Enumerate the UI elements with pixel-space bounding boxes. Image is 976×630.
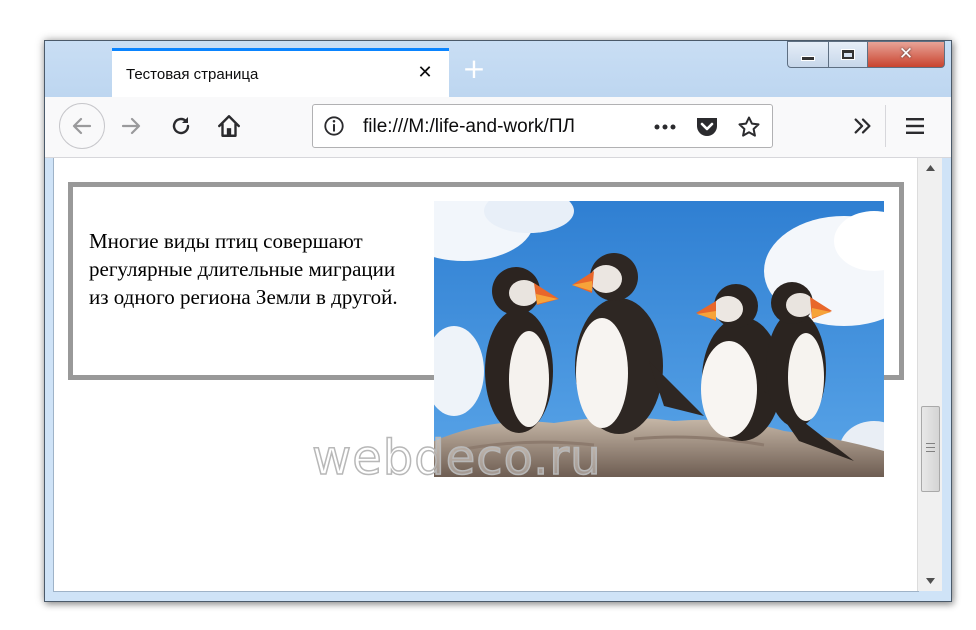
pocket-button[interactable] <box>695 115 719 139</box>
home-icon <box>218 115 240 137</box>
hamburger-menu-icon <box>906 118 924 134</box>
main-menu-button[interactable] <box>897 108 933 144</box>
paragraph-text: Многие виды птиц совершают регулярные дл… <box>89 229 398 309</box>
maximize-button[interactable] <box>828 41 868 68</box>
forward-button[interactable] <box>113 108 149 144</box>
new-tab-button[interactable]: + <box>459 55 489 85</box>
address-bar[interactable]: file:///M:/life-and-work/ПЛ <box>312 104 773 148</box>
thumb-grip-line <box>926 451 935 452</box>
title-bar: Тестовая страница ✕ + ✕ <box>45 41 951 97</box>
arrow-down-icon <box>925 578 935 584</box>
bookmark-button[interactable] <box>737 115 761 139</box>
tab-active[interactable]: Тестовая страница ✕ <box>112 48 449 97</box>
browser-window: Тестовая страница ✕ + ✕ file:///M:/life-… <box>44 40 952 602</box>
info-icon[interactable] <box>323 115 345 137</box>
scroll-thumb[interactable] <box>921 406 940 492</box>
home-button[interactable] <box>211 108 247 144</box>
bookmark-star-icon <box>738 116 760 137</box>
toolbar-separator <box>885 105 886 147</box>
tab-title: Тестовая страница <box>126 66 259 83</box>
maximize-icon <box>842 50 854 59</box>
thumb-grip-line <box>926 443 935 444</box>
scroll-up-button[interactable] <box>918 158 942 178</box>
url-text[interactable]: file:///M:/life-and-work/ПЛ <box>363 116 609 138</box>
thumb-grip-line <box>926 447 935 448</box>
page-actions-button[interactable] <box>653 115 677 139</box>
overflow-menu-button[interactable] <box>845 108 881 144</box>
close-icon: ✕ <box>898 44 914 64</box>
reload-icon <box>172 117 190 135</box>
close-window-button[interactable]: ✕ <box>867 41 945 68</box>
reload-button[interactable] <box>163 108 199 144</box>
minimize-button[interactable] <box>787 41 829 68</box>
double-chevron-icon <box>854 118 871 134</box>
arrow-up-icon <box>925 165 935 171</box>
back-button[interactable] <box>59 103 105 149</box>
pocket-icon <box>697 118 717 136</box>
forward-arrow-icon <box>121 117 141 135</box>
minimize-icon <box>802 57 814 60</box>
scroll-down-button[interactable] <box>918 571 942 591</box>
vertical-scrollbar[interactable] <box>917 158 942 591</box>
watermark-text: webdeco.ru <box>311 429 602 487</box>
back-arrow-icon <box>72 117 92 135</box>
tab-close-icon[interactable]: ✕ <box>415 63 435 83</box>
page-viewport: Многие виды птиц совершают регулярные дл… <box>53 158 919 592</box>
more-dots-icon <box>654 124 676 130</box>
navigation-toolbar: file:///M:/life-and-work/ПЛ <box>45 97 951 158</box>
